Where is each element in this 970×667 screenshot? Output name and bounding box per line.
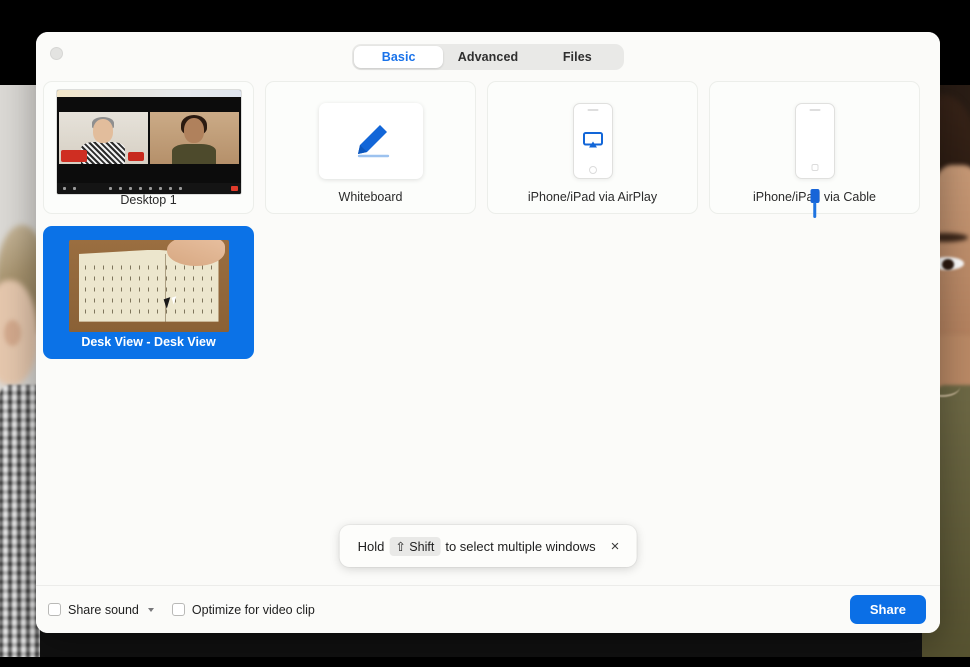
- thumbnail-container: [50, 235, 247, 336]
- close-icon[interactable]: ×: [608, 537, 623, 556]
- airplay-icon: [583, 132, 603, 149]
- share-source-label: Desktop 1: [120, 194, 176, 210]
- share-sound-checkbox[interactable]: [48, 603, 61, 616]
- multi-select-hint-toast: Hold ⇧ Shift to select multiple windows …: [340, 525, 637, 567]
- desk-hand: [167, 240, 225, 266]
- participant-left-video: [0, 85, 40, 657]
- thumbnail-participant-1: [59, 112, 148, 164]
- phone-outline: [795, 103, 835, 179]
- share-source-whiteboard[interactable]: Whiteboard: [265, 81, 476, 214]
- participant-left-ear: [4, 320, 21, 346]
- participant-left-shirt: [0, 385, 40, 657]
- share-source-desktop-1[interactable]: Desktop 1: [43, 81, 254, 214]
- share-button[interactable]: Share: [850, 595, 926, 624]
- share-screen-dialog: Basic Advanced Files: [36, 32, 940, 633]
- phone-cable-group: [795, 103, 835, 179]
- desk-view-thumbnail: [69, 240, 229, 332]
- share-source-label: Whiteboard: [339, 191, 403, 207]
- thumbnail-container: [716, 90, 913, 191]
- chevron-down-icon[interactable]: [148, 608, 154, 612]
- phone-outline: [573, 103, 613, 179]
- thumbnail-container: [494, 90, 691, 191]
- phone-speaker: [587, 109, 598, 111]
- share-source-label: iPhone/iPad via AirPlay: [528, 191, 657, 207]
- share-sound-option[interactable]: Share sound: [48, 603, 154, 617]
- phone-home-button: [811, 164, 818, 171]
- participant-right-pupil: [942, 259, 954, 270]
- optimize-video-label: Optimize for video clip: [192, 603, 315, 617]
- toast-lead-text: Hold: [358, 539, 385, 554]
- dialog-titlebar: Basic Advanced Files: [36, 32, 940, 77]
- thumbnail-participant-tiles: [59, 112, 239, 164]
- share-source-grid: Desktop 1 Whiteboard: [43, 77, 934, 359]
- shift-key-badge: ⇧ Shift: [389, 537, 440, 556]
- phone-speaker: [809, 109, 820, 111]
- thumbnail-container: [272, 90, 469, 191]
- share-mode-tabs: Basic Advanced Files: [352, 44, 624, 70]
- thumbnail-participant-2: [150, 112, 239, 164]
- toast-message: Hold ⇧ Shift to select multiple windows: [358, 537, 596, 556]
- tab-basic[interactable]: Basic: [354, 46, 443, 68]
- desk-document-fold: [165, 254, 167, 322]
- optimize-video-checkbox[interactable]: [172, 603, 185, 616]
- lightning-cable-icon: [810, 189, 819, 203]
- toast-trail-text: to select multiple windows: [445, 539, 595, 554]
- share-sound-label: Share sound: [68, 603, 139, 617]
- thumbnail-menubar: [57, 90, 241, 97]
- share-source-cable[interactable]: iPhone/iPad via Cable: [709, 81, 920, 214]
- screen: Basic Advanced Files: [0, 0, 970, 667]
- thumbnail-container: [50, 90, 247, 194]
- share-source-label: Desk View - Desk View: [81, 336, 215, 352]
- share-source-panel: Desktop 1 Whiteboard: [36, 77, 940, 585]
- tab-advanced-label: Advanced: [458, 50, 519, 64]
- thumbnail-toolbar: [57, 183, 241, 194]
- tab-files-label: Files: [563, 50, 592, 64]
- desktop-thumbnail: [57, 90, 241, 194]
- tab-basic-label: Basic: [382, 50, 416, 64]
- tab-files[interactable]: Files: [533, 46, 622, 68]
- tab-advanced[interactable]: Advanced: [443, 46, 532, 68]
- dialog-footer: Share sound Optimize for video clip Shar…: [36, 585, 940, 633]
- phone-home-button: [589, 166, 597, 174]
- close-icon[interactable]: [50, 47, 63, 60]
- optimize-video-option[interactable]: Optimize for video clip: [172, 603, 315, 617]
- whiteboard-card: [319, 103, 423, 179]
- share-source-desk-view[interactable]: Desk View - Desk View: [43, 226, 254, 359]
- pencil-icon: [349, 121, 393, 161]
- share-source-airplay[interactable]: iPhone/iPad via AirPlay: [487, 81, 698, 214]
- desk-document-perforations: [81, 262, 213, 318]
